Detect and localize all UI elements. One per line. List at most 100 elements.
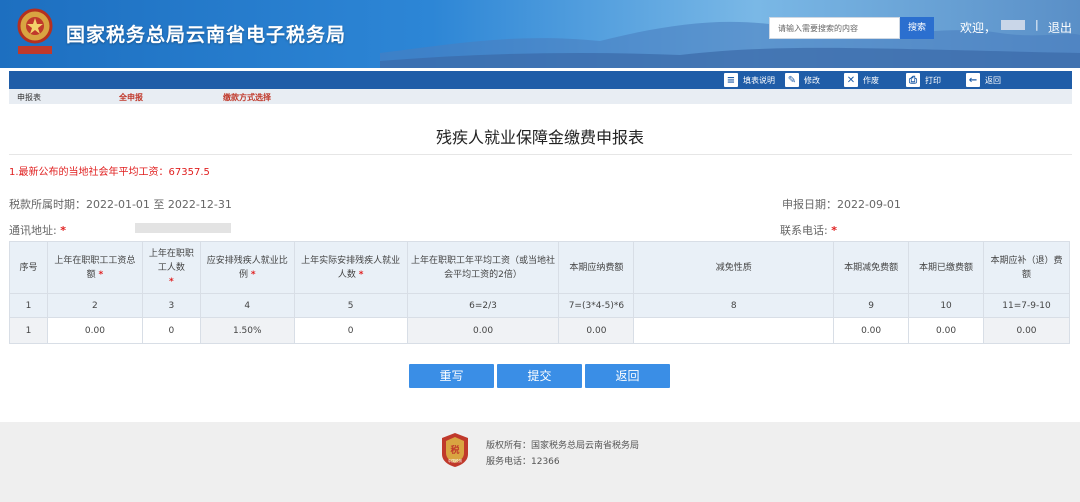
disabled-ratio-value: 1.50% xyxy=(199,317,295,344)
paid-amount-input[interactable]: 0.00 xyxy=(908,317,985,344)
col-header: 上年实际安排残疾人就业人数 * xyxy=(293,241,408,294)
col-header: 本期应纳费额 xyxy=(558,241,635,294)
col-header-text: 本期减免费额 xyxy=(844,262,899,273)
table-row: 1 0.00 0 1.50% 0 0.00 0.00 0.00 0.00 0.0… xyxy=(9,317,1070,344)
date-label: 申报日期： xyxy=(782,198,837,211)
site-title: 国家税务总局云南省电子税务局 xyxy=(66,24,347,46)
pencil-icon: ✎ xyxy=(785,73,799,87)
col-number: 1 xyxy=(9,293,48,318)
page-title: 残疾人就业保障金缴费申报表 xyxy=(435,128,644,147)
back-button[interactable]: 返回 xyxy=(585,364,670,388)
copyright-text: 版权所有：国家税务总局云南省税务局 xyxy=(486,441,640,451)
search-button[interactable]: 搜索 xyxy=(900,17,934,39)
average-wage-value: 0.00 xyxy=(406,317,560,344)
col-number: 9 xyxy=(833,293,910,318)
required-mark: * xyxy=(168,276,174,287)
col-header-text: 上年在职职工人数 xyxy=(148,248,194,273)
edit-label: 修改 xyxy=(804,75,820,85)
col-number: 3 xyxy=(141,293,201,318)
col-header: 应安排残疾人就业比例 * xyxy=(199,241,295,294)
col-header: 上年在职职工年平均工资（或当地社会平均工资的2倍） xyxy=(406,241,560,294)
col-header: 序号 xyxy=(9,241,48,294)
col-header: 上年在职职工工资总额 * xyxy=(46,241,143,294)
address-label: 通讯地址: xyxy=(9,224,57,237)
col-header: 本期已缴费额 xyxy=(908,241,985,294)
logout-link[interactable]: 退出 xyxy=(1048,19,1072,36)
col-header-text: 减免性质 xyxy=(715,262,752,273)
footer-logo-text: 中国税务 xyxy=(448,458,463,463)
col-header-text: 本期应纳费额 xyxy=(569,262,624,273)
tax-logo-icon: 税 中国税务 xyxy=(442,433,468,467)
column-number-row: 1 2 3 4 5 6=2/3 7=(3*4-5)*6 8 9 10 11=7-… xyxy=(9,293,1070,318)
col-header-text: 本期应补（退）费额 xyxy=(990,255,1063,280)
relief-nature-select[interactable] xyxy=(633,317,835,344)
employee-count-input[interactable]: 0 xyxy=(141,317,201,344)
col-number: 8 xyxy=(633,293,835,318)
total-wages-input[interactable]: 0.00 xyxy=(46,317,143,344)
required-mark: * xyxy=(358,269,364,280)
site-header: 国家税务总局云南省电子税务局 请输入需要搜索的内容 搜索 欢迎， | 退出 xyxy=(0,0,1080,68)
col-number: 4 xyxy=(199,293,295,318)
print-button[interactable]: ⎙ 打印 xyxy=(906,71,941,89)
required-mark: * xyxy=(60,224,66,237)
submit-button[interactable]: 提交 xyxy=(497,364,582,388)
welcome-text: 欢迎， xyxy=(960,21,997,35)
void-button[interactable]: ✕ 作废 xyxy=(844,71,879,89)
divider xyxy=(9,154,1072,155)
tab-payment-method[interactable]: 缴款方式选择 xyxy=(223,92,271,103)
edit-button[interactable]: ✎ 修改 xyxy=(785,71,820,89)
step-tabs: 申报表 全申报 缴款方式选择 xyxy=(9,89,1072,104)
col-header: 上年在职职工人数 * xyxy=(141,241,201,294)
svg-text:税: 税 xyxy=(450,444,459,456)
col-number: 6=2/3 xyxy=(406,293,560,318)
declaration-table: 序号 上年在职职工工资总额 * 上年在职职工人数 * 应安排残疾人就业比例 * 上… xyxy=(9,241,1070,344)
site-footer: 税 中国税务 版权所有：国家税务总局云南省税务局 服务电话：12366 xyxy=(0,422,1080,502)
col-header-text: 序号 xyxy=(19,262,38,273)
payable-fee-value: 0.00 xyxy=(558,317,635,344)
col-header-text: 上年在职职工工资总额 xyxy=(54,255,136,280)
printer-icon: ⎙ xyxy=(906,73,920,87)
date-value: 2022-09-01 xyxy=(837,198,901,211)
tab-full-declaration[interactable]: 全申报 xyxy=(119,92,143,103)
col-header-text: 上年实际安排残疾人就业人数 xyxy=(301,255,401,280)
period-value: 2022-01-01 至 2022-12-31 xyxy=(86,198,232,211)
header-separator: | xyxy=(1035,18,1039,31)
disabled-count-input[interactable]: 0 xyxy=(293,317,408,344)
row-index: 1 xyxy=(9,317,48,344)
tab-declaration-form[interactable]: 申报表 xyxy=(17,92,41,103)
col-number: 5 xyxy=(293,293,408,318)
void-label: 作废 xyxy=(863,75,879,85)
col-header-text: 本期已缴费额 xyxy=(919,262,974,273)
required-mark: * xyxy=(98,269,104,280)
back-toolbar-label: 返回 xyxy=(985,75,1001,85)
hotline-text: 服务电话：12366 xyxy=(486,457,560,467)
header-row: 序号 上年在职职工工资总额 * 上年在职职工人数 * 应安排残疾人就业比例 * 上… xyxy=(9,241,1070,294)
phone-label: 联系电话: xyxy=(780,224,828,237)
instructions-label: 填表说明 xyxy=(743,75,775,85)
refund-amount-value: 0.00 xyxy=(983,317,1070,344)
masked-address xyxy=(135,223,231,233)
void-document-icon: ✕ xyxy=(844,73,858,87)
col-header-text: 上年在职职工年平均工资（或当地社会平均工资的2倍） xyxy=(411,255,556,280)
period-label: 税款所属时期： xyxy=(9,198,86,211)
reset-button[interactable]: 重写 xyxy=(409,364,494,388)
col-header-text: 应安排残疾人就业比例 xyxy=(206,255,288,280)
col-header: 减免性质 xyxy=(633,241,835,294)
required-mark: * xyxy=(250,269,256,280)
phone-field: 联系电话: * xyxy=(780,222,837,238)
relief-amount-input[interactable]: 0.00 xyxy=(833,317,910,344)
col-number: 2 xyxy=(46,293,143,318)
tax-emblem-icon xyxy=(17,8,53,54)
action-toolbar: ≡ 填表说明 ✎ 修改 ✕ 作废 ⎙ 打印 ← 返回 xyxy=(9,71,1072,89)
back-arrow-icon: ← xyxy=(966,73,980,87)
col-number: 10 xyxy=(908,293,985,318)
back-toolbar-button[interactable]: ← 返回 xyxy=(966,71,1001,89)
col-header: 本期应补（退）费额 xyxy=(983,241,1070,294)
search-input[interactable]: 请输入需要搜索的内容 xyxy=(769,17,900,39)
document-icon: ≡ xyxy=(724,73,738,87)
print-label: 打印 xyxy=(925,75,941,85)
wage-notice: 1.最新公布的当地社会年平均工资：67357.5 xyxy=(9,167,210,178)
declaration-date: 申报日期：2022-09-01 xyxy=(782,196,901,212)
instructions-button[interactable]: ≡ 填表说明 xyxy=(724,71,775,89)
masked-username xyxy=(1001,20,1025,30)
